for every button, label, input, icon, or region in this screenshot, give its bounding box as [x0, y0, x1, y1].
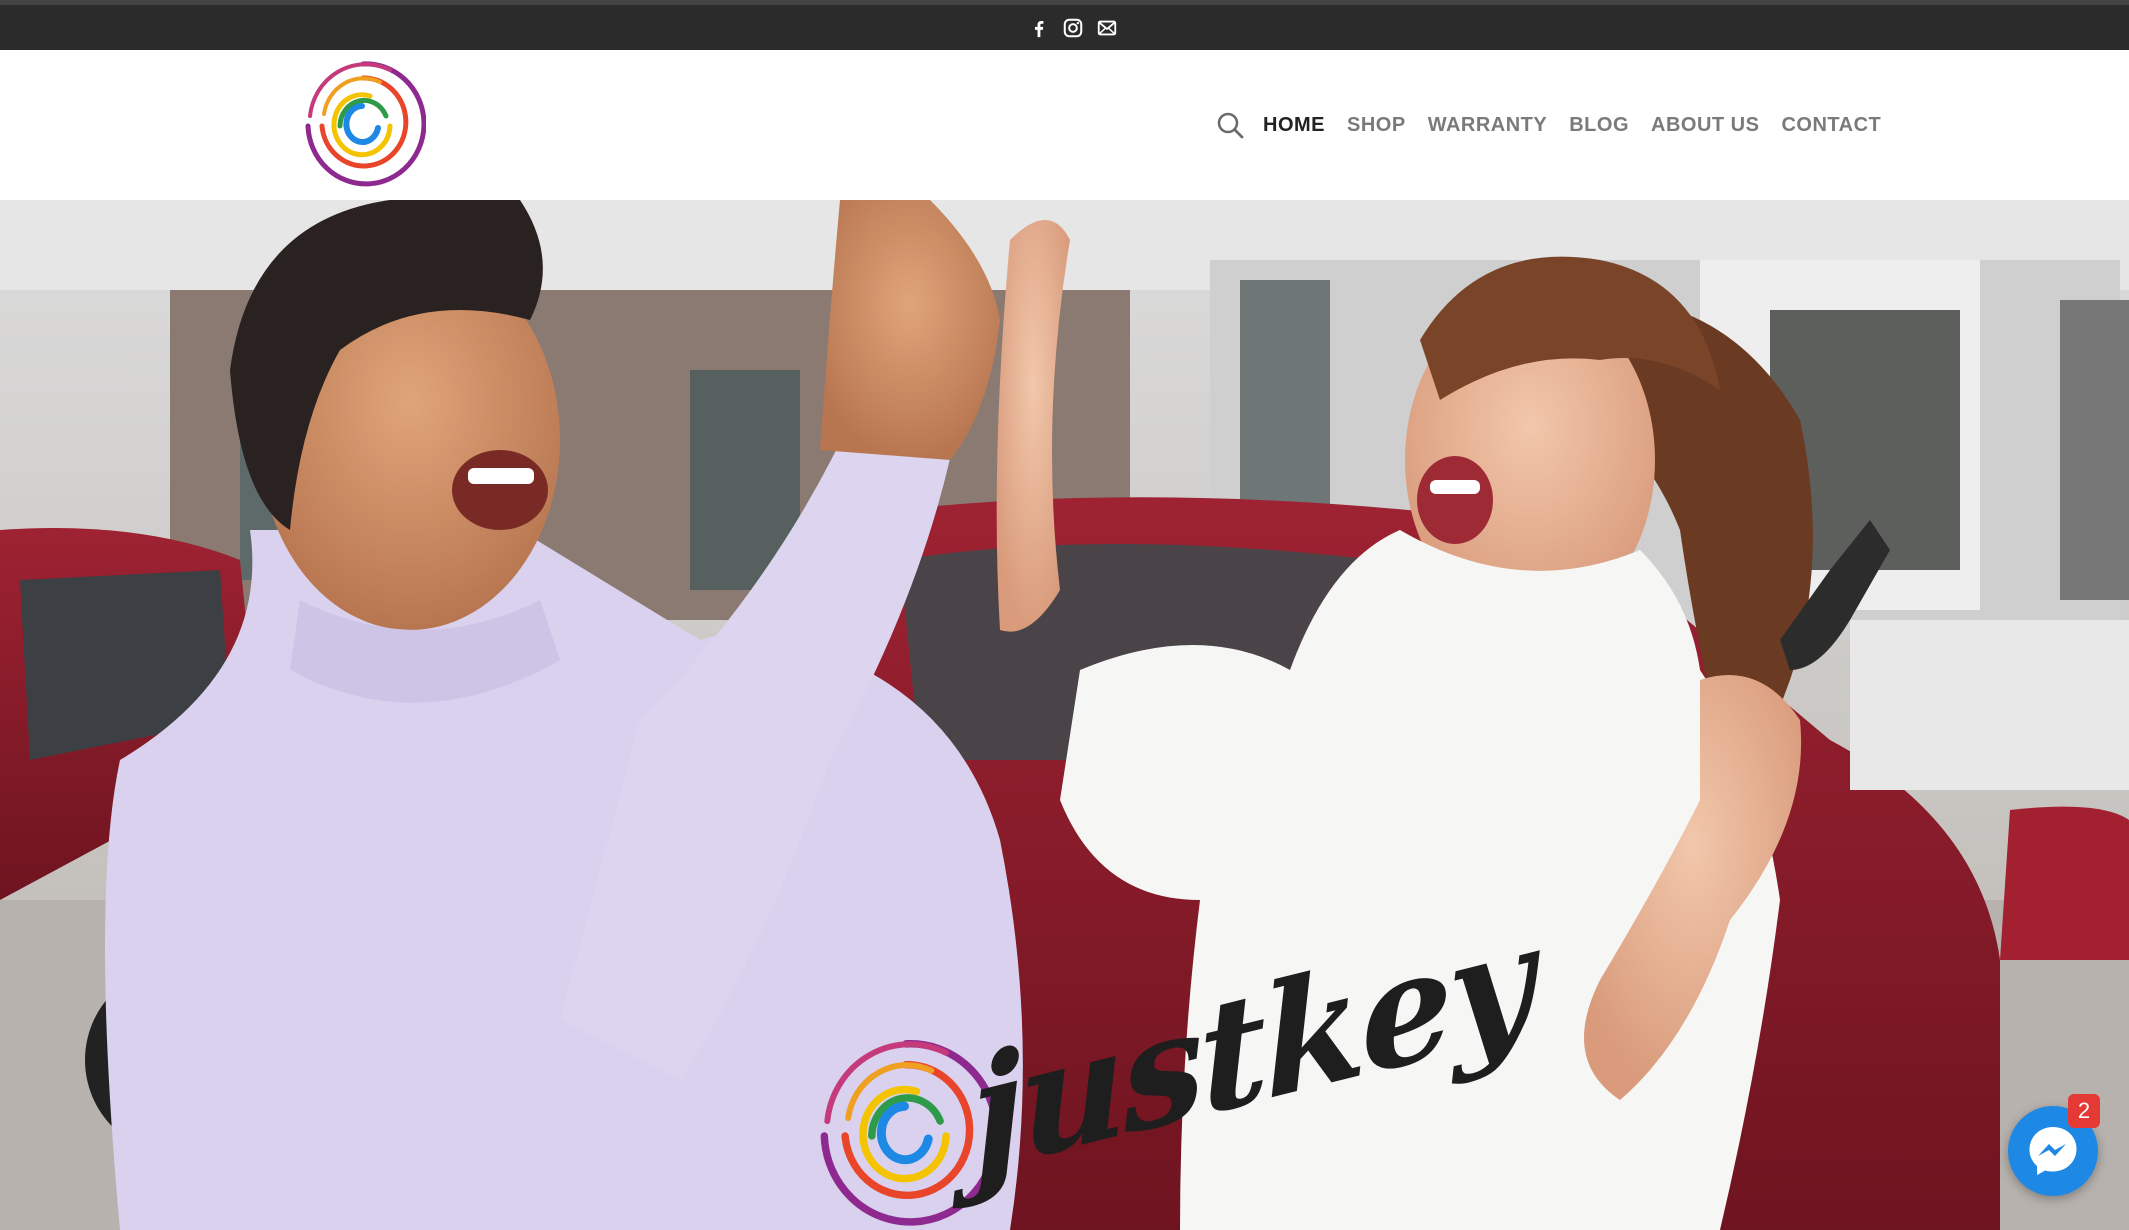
nav-item-warranty[interactable]: WARRANTY [1428, 114, 1548, 137]
messenger-icon [2029, 1127, 2077, 1175]
facebook-icon[interactable] [1028, 17, 1050, 39]
search-icon[interactable] [1215, 110, 1245, 140]
social-links [1028, 17, 1118, 39]
nav-item-blog[interactable]: BLOG [1569, 114, 1629, 137]
nav-item-about-us[interactable]: ABOUT US [1651, 114, 1759, 137]
nav-item-shop[interactable]: SHOP [1347, 114, 1406, 137]
nav-item-contact[interactable]: CONTACT [1781, 114, 1881, 137]
main-nav: HOME SHOP WARRANTY BLOG ABOUT US CONTACT [1215, 110, 1903, 140]
instagram-icon[interactable] [1062, 17, 1084, 39]
hero-banner: justkey [0, 200, 2129, 1230]
site-header: HOME SHOP WARRANTY BLOG ABOUT US CONTACT [0, 50, 2129, 200]
notification-badge: 2 [2068, 1094, 2100, 1128]
envelope-icon[interactable] [1096, 17, 1118, 39]
justkey-brand-mark: justkey [808, 890, 1536, 1226]
justkey-swirl-logo[interactable] [300, 56, 426, 188]
top-social-bar [0, 0, 2129, 50]
nav-item-home[interactable]: HOME [1263, 114, 1325, 137]
